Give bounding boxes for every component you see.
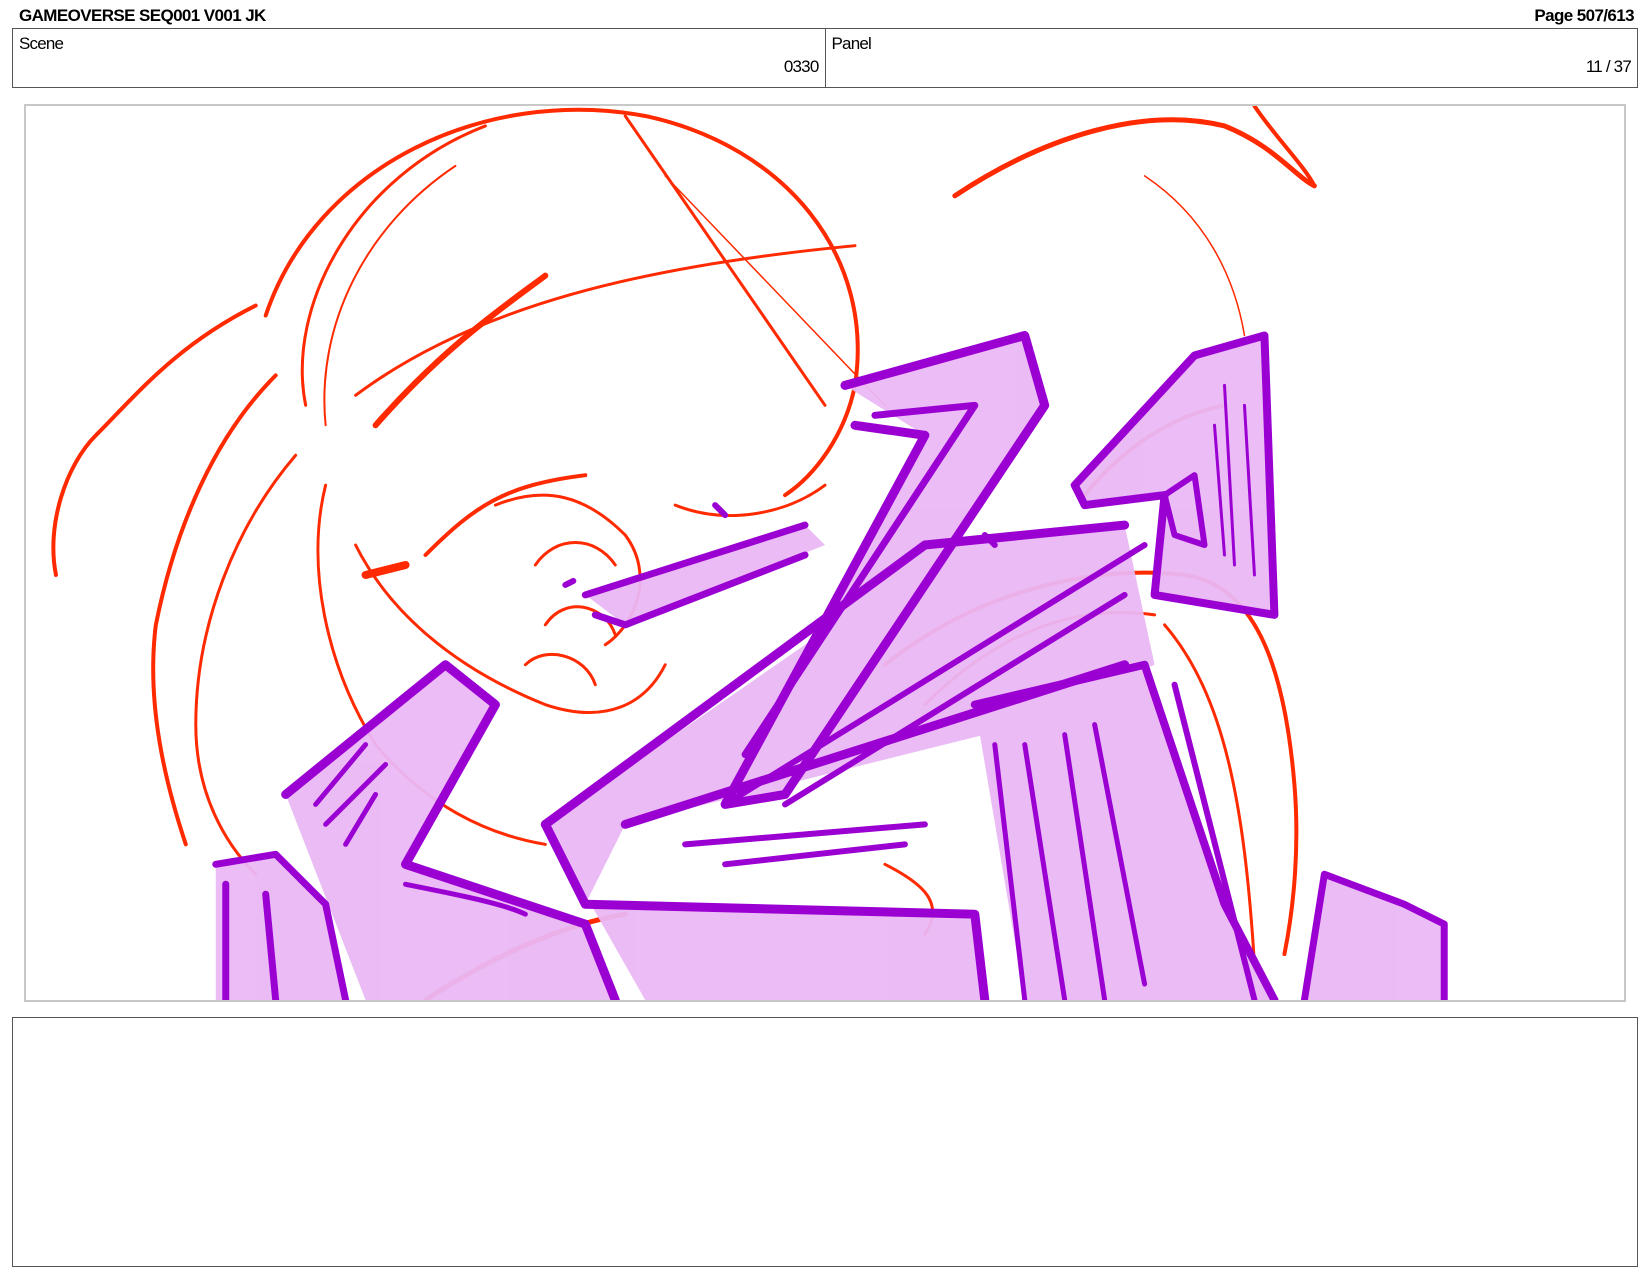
- panel-label: Panel: [831, 34, 872, 53]
- storyboard-panel-frame: [24, 104, 1626, 1002]
- page-number: Page 507/613: [1534, 6, 1634, 25]
- scene-cell: Scene 0330: [13, 29, 825, 87]
- document-title: GAMEOVERSE SEQ001 V001 JK: [19, 6, 266, 25]
- panel-notes-box: [12, 1017, 1638, 1267]
- storyboard-sketch: [51, 106, 1448, 1000]
- scene-panel-info-bar: Scene 0330 Panel 11 / 37: [12, 28, 1638, 88]
- purple-fill-shapes: [215, 335, 1445, 1000]
- panel-cell: Panel 11 / 37: [824, 29, 1638, 87]
- scene-label: Scene: [19, 34, 64, 53]
- scene-number: 0330: [783, 57, 819, 76]
- panel-number: 11 / 37: [1585, 57, 1632, 76]
